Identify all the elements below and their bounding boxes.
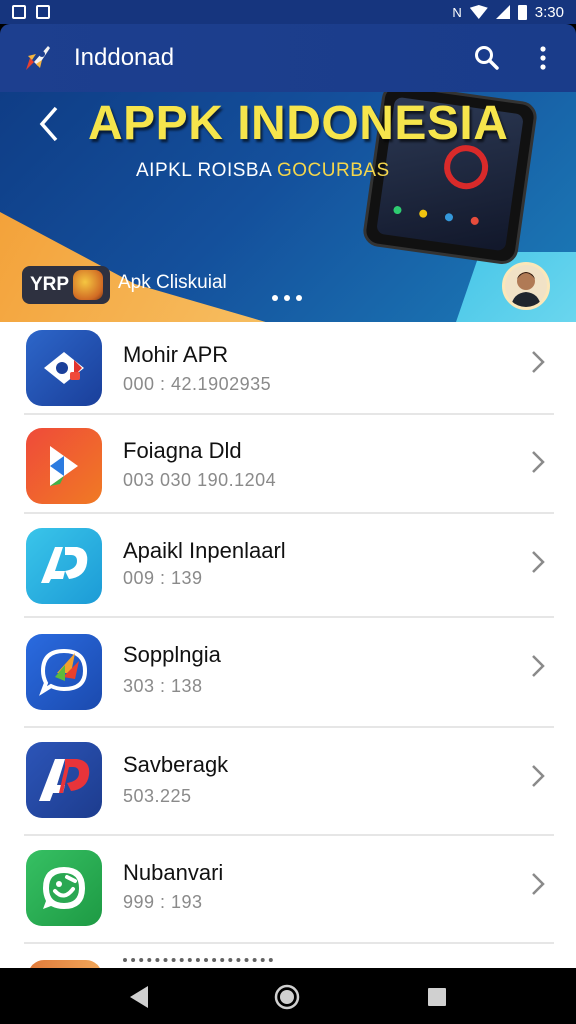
chevron-right-icon xyxy=(532,765,545,787)
treasure-icon xyxy=(73,270,104,300)
nav-bar xyxy=(0,968,576,1024)
carousel-indicator[interactable] xyxy=(272,295,302,301)
divider xyxy=(24,942,554,944)
chevron-right-icon xyxy=(532,551,545,573)
app-name: Nubanvari xyxy=(123,860,224,885)
screenshot-icon xyxy=(12,5,26,19)
chevron-right-icon xyxy=(532,873,545,895)
app-icon-partial xyxy=(28,960,102,968)
carousel-dot[interactable] xyxy=(296,295,302,301)
more-vert-icon[interactable] xyxy=(528,43,558,73)
divider xyxy=(24,512,554,514)
banner-title: APPK INDONESIA xyxy=(88,97,509,150)
play-d-icon xyxy=(26,428,102,504)
divider xyxy=(24,834,554,836)
app-name: Apaikl Inpenlaarl xyxy=(123,538,286,563)
ap-cyan-icon xyxy=(26,528,102,604)
divider xyxy=(24,616,554,618)
status-bar: N 3:30 xyxy=(0,0,576,24)
app-name: Foiagna Dld xyxy=(123,438,242,463)
back-chevron-icon[interactable] xyxy=(34,104,64,144)
list-item[interactable]: Savberagk 503.225 xyxy=(0,732,576,832)
app-title: Inddonad xyxy=(74,44,175,71)
banner-subtitle: AIPKL ROISBA GOCURBAS xyxy=(136,160,390,182)
banner-subtitle-highlight: GOCURBAS xyxy=(276,160,390,181)
chevron-right-icon xyxy=(532,351,545,373)
app-meta: 503.225 xyxy=(123,786,192,806)
list-item[interactable]: Nubanvari 999 : 193 xyxy=(0,840,576,940)
list-item[interactable]: Apaikl Inpenlaarl 009 : 139 xyxy=(0,518,576,618)
wifi-icon xyxy=(469,5,488,19)
back-icon[interactable] xyxy=(124,982,154,1012)
app-meta: 000 : 42.1902935 xyxy=(123,374,272,394)
status-time: 3:30 xyxy=(534,3,564,21)
app-meta: 999 : 193 xyxy=(123,892,203,912)
promo-pill-label: YRP xyxy=(30,274,70,295)
home-icon[interactable] xyxy=(272,982,302,1012)
ap-red-icon xyxy=(26,742,102,818)
app-name: Sopplngia xyxy=(123,642,221,667)
image-icon xyxy=(36,5,50,19)
battery-icon xyxy=(517,4,527,20)
promo-banner[interactable]: APPK INDONESIA AIPKL ROISBA GOCURBAS YRP… xyxy=(0,92,576,322)
carousel-dot[interactable] xyxy=(272,295,278,301)
banner-subtitle-white: AIPKL ROISBA xyxy=(136,160,272,181)
app-bar: Inddonad xyxy=(0,24,576,92)
app-name: Mohir APR xyxy=(123,342,229,367)
divider xyxy=(24,413,554,415)
mute-icon: N xyxy=(452,4,462,20)
divider xyxy=(24,726,554,728)
list-item[interactable]: Foiagna Dld 003 030 190.1204 xyxy=(0,418,576,518)
carousel-dot[interactable] xyxy=(284,295,290,301)
signal-icon xyxy=(495,5,510,19)
app-name: Savberagk xyxy=(123,752,229,777)
app-meta: 003 030 190.1204 xyxy=(123,470,277,490)
chat-bird-icon xyxy=(26,634,102,710)
search-icon[interactable] xyxy=(472,43,502,73)
rocket-logo-icon[interactable] xyxy=(18,38,58,78)
app-name-partial xyxy=(123,958,273,968)
picture-share-icon xyxy=(26,330,102,406)
chevron-right-icon xyxy=(532,655,545,677)
list-item[interactable]: Mohir APR 000 : 42.1902935 xyxy=(0,322,576,422)
avatar[interactable] xyxy=(502,262,550,310)
promo-pill[interactable]: YRP xyxy=(22,266,110,304)
recents-icon[interactable] xyxy=(422,982,452,1012)
chevron-right-icon xyxy=(532,451,545,473)
promo-text: Apk Cliskuial xyxy=(118,272,227,293)
app-meta: 009 : 139 xyxy=(123,568,203,588)
app-meta: 303 : 138 xyxy=(123,676,203,696)
app-list: Mohir APR 000 : 42.1902935 Foiagna Dld 0… xyxy=(0,322,576,968)
smile-chat-icon xyxy=(26,850,102,926)
list-item[interactable]: Sopplngia 303 : 138 xyxy=(0,622,576,722)
